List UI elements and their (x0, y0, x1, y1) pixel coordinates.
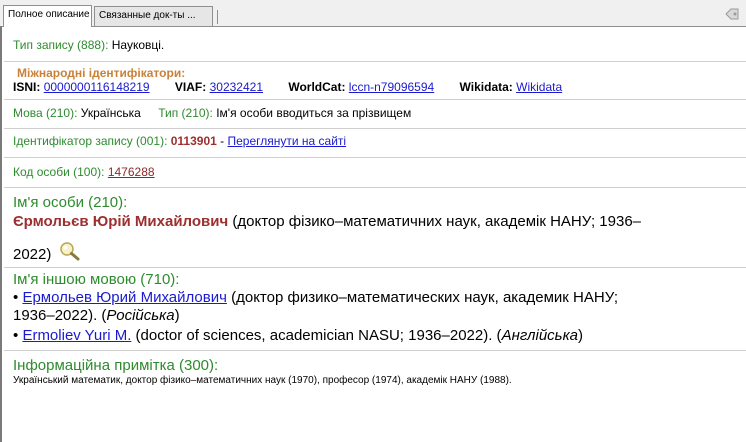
divider (4, 99, 746, 100)
other-name-close-1: ) (174, 307, 180, 324)
record-id-label: Ідентифікатор запису (001): (13, 134, 168, 148)
isni-link[interactable]: 0000000116148219 (44, 80, 150, 94)
divider (4, 61, 746, 62)
other-language-label-row: Ім'я іншою мовою (710): (13, 271, 746, 288)
other-name-item-2: • Ermoliev Yuri M. (doctor of sciences, … (13, 327, 738, 344)
person-name-label: Ім'я особи (210): (13, 194, 128, 211)
person-code-link[interactable]: 1476288 (108, 165, 155, 179)
other-name-item-1: • Ермольев Юрий Михайлович (доктор физик… (13, 289, 738, 306)
other-name-link-2[interactable]: Ermoliev Yuri M. (22, 327, 131, 344)
divider (4, 157, 746, 158)
viaf-link[interactable]: 30232421 (210, 80, 263, 94)
identifiers-row: ISNI: 0000000116148219 VIAF: 30232421 Wo… (13, 80, 746, 94)
wikidata-link[interactable]: Wikidata (516, 80, 562, 94)
info-note-label: Інформаційна примітка (300): (13, 357, 219, 374)
other-name-details-1-cont: 1936–2022). ( (13, 307, 107, 324)
record-id-row: Ідентифікатор запису (001): 0113901 - Пе… (13, 134, 746, 148)
person-name-row-2: 2022) (13, 241, 746, 263)
other-name-lang-2: Англійська (501, 327, 578, 344)
divider (4, 267, 746, 268)
other-language-label: Ім'я іншою мовою (710): (13, 271, 180, 288)
person-name-row: Єрмольєв Юрій Михайлович (доктор фізико–… (13, 213, 738, 230)
person-code-row: Код особи (100): 1476288 (13, 165, 746, 179)
divider (4, 187, 746, 188)
person-code-label: Код особи (100): (13, 165, 105, 179)
record-type-label: Тип запису (888): (13, 38, 109, 52)
record-id-dash: - (220, 134, 225, 148)
tab-full-description[interactable]: Полное описание (3, 5, 92, 27)
bullet: • (13, 289, 19, 306)
record-id-value: 0113901 (170, 134, 217, 148)
tab-separator (217, 10, 218, 24)
other-name-link-1[interactable]: Ермольев Юрий Михайлович (22, 289, 227, 306)
viaf-label: VIAF: (174, 80, 207, 94)
info-note-text: Український математик, доктор фізико–мат… (13, 375, 512, 386)
info-note-label-row: Інформаційна примітка (300): (13, 357, 746, 374)
name-type-value: Ім'я особи вводиться за прізвищем (216, 106, 412, 120)
tag-icon[interactable] (724, 7, 740, 21)
other-name-details-1: (доктор физико–математических наук, акад… (231, 289, 619, 306)
isni-label: ISNI: (13, 80, 41, 94)
info-note-row: Український математик, доктор фізико–мат… (13, 375, 738, 386)
record-type-row: Тип запису (888): Науковці. (13, 38, 746, 52)
person-name-details-cont: 2022) (13, 246, 52, 263)
language-label: Мова (210): (13, 106, 78, 120)
worldcat-link[interactable]: lccn-n79096594 (349, 80, 434, 94)
wikidata-label: Wikidata: (459, 80, 513, 94)
person-name-label-row: Ім'я особи (210): (13, 194, 746, 211)
tab-bar: Полное описание Связанные док-ты ... (0, 0, 746, 27)
other-name-lang-1: Російська (106, 307, 175, 324)
identifiers-heading: Міжнародні ідентифікатори: (17, 66, 186, 80)
bullet: • (13, 327, 19, 344)
person-name-details: (доктор фізико–математичних наук, академ… (232, 213, 642, 230)
name-type-label: Тип (210): (158, 106, 213, 120)
record-type-value: Науковці. (111, 38, 165, 52)
other-name-details-2: (doctor of sciences, academician NASU; 1… (135, 327, 502, 344)
divider (4, 350, 746, 351)
tab-linked-documents[interactable]: Связанные док-ты ... (94, 6, 213, 26)
worldcat-label: WorldCat: (288, 80, 346, 94)
magnifier-icon[interactable] (59, 241, 81, 261)
other-name-item-1-cont: 1936–2022). (Російська) (13, 307, 746, 324)
other-name-close-2: ) (578, 327, 583, 344)
language-row: Мова (210): Українська Тип (210): Ім'я о… (13, 106, 746, 120)
person-name: Єрмольєв Юрій Михайлович (13, 213, 229, 230)
divider (4, 128, 746, 129)
view-on-site-link[interactable]: Переглянути на сайті (228, 134, 347, 148)
description-panel: Тип запису (888): Науковці. Міжнародні і… (0, 26, 746, 442)
language-value: Українська (80, 106, 141, 120)
identifiers-heading-row: Міжнародні ідентифікатори: (13, 66, 746, 80)
